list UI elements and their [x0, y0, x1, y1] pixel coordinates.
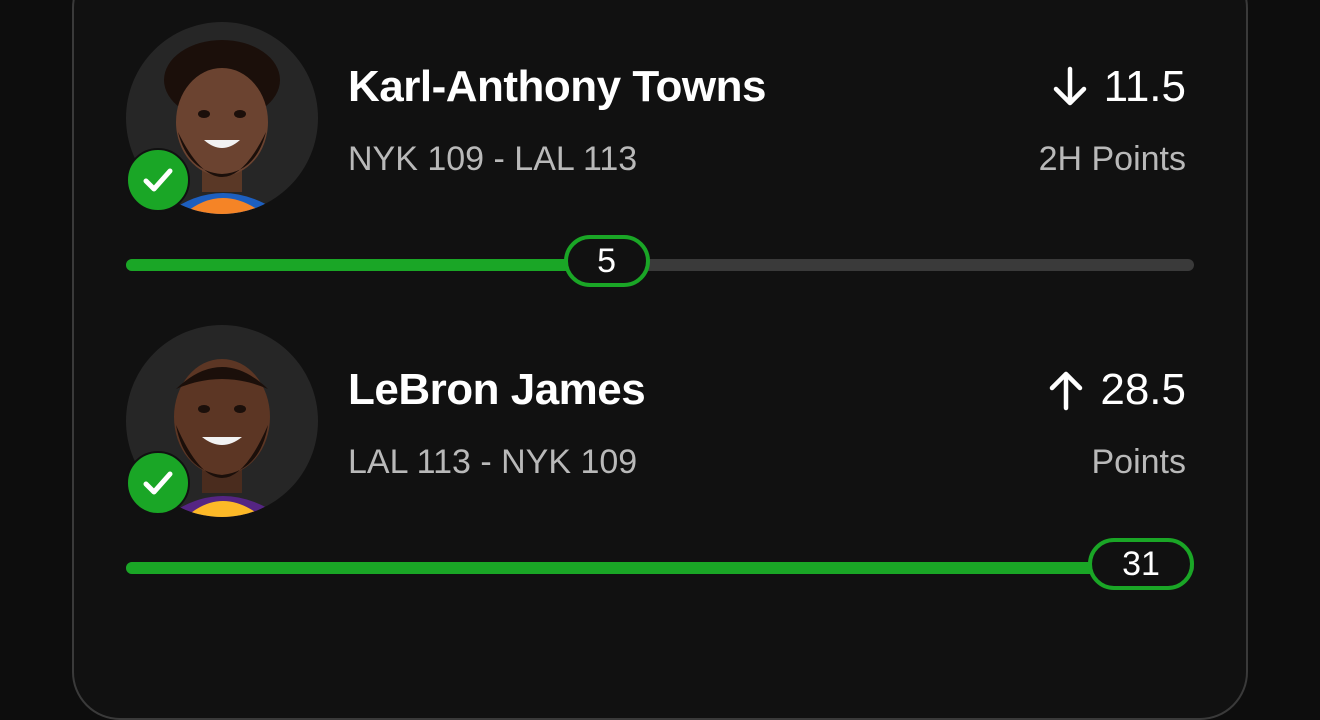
prop-line: 11.5	[1050, 62, 1186, 112]
line-value: 11.5	[1103, 62, 1186, 111]
actual-value-pill: 31	[1088, 538, 1194, 590]
game-score: NYK 109 - LAL 113	[348, 140, 638, 178]
progress-fill	[126, 562, 1141, 574]
stat-type: 2H Points	[1038, 140, 1186, 178]
arrow-up-icon	[1050, 371, 1083, 411]
arrow-down-icon	[1053, 66, 1086, 106]
game-score: LAL 113 - NYK 109	[348, 443, 638, 481]
player-avatar-wrap	[126, 325, 318, 517]
player-name: Karl-Anthony Towns	[348, 62, 766, 111]
player-avatar-wrap	[126, 22, 318, 214]
prop-row[interactable]: LeBron James LAL 113 - NYK 109 28.5 Poin…	[0, 303, 1320, 603]
line-value: 28.5	[1100, 365, 1186, 414]
prop-row[interactable]: Karl-Anthony Towns NYK 109 - LAL 113 11.…	[0, 0, 1320, 300]
stat-type: Points	[1091, 443, 1187, 481]
progress-track: 5	[126, 235, 1194, 287]
actual-value-pill: 5	[563, 235, 650, 287]
check-icon	[126, 148, 190, 212]
progress-fill	[126, 259, 607, 271]
check-icon	[126, 451, 190, 515]
progress-track: 31	[126, 538, 1194, 590]
player-name: LeBron James	[348, 365, 646, 414]
prop-line: 28.5	[1046, 365, 1186, 415]
